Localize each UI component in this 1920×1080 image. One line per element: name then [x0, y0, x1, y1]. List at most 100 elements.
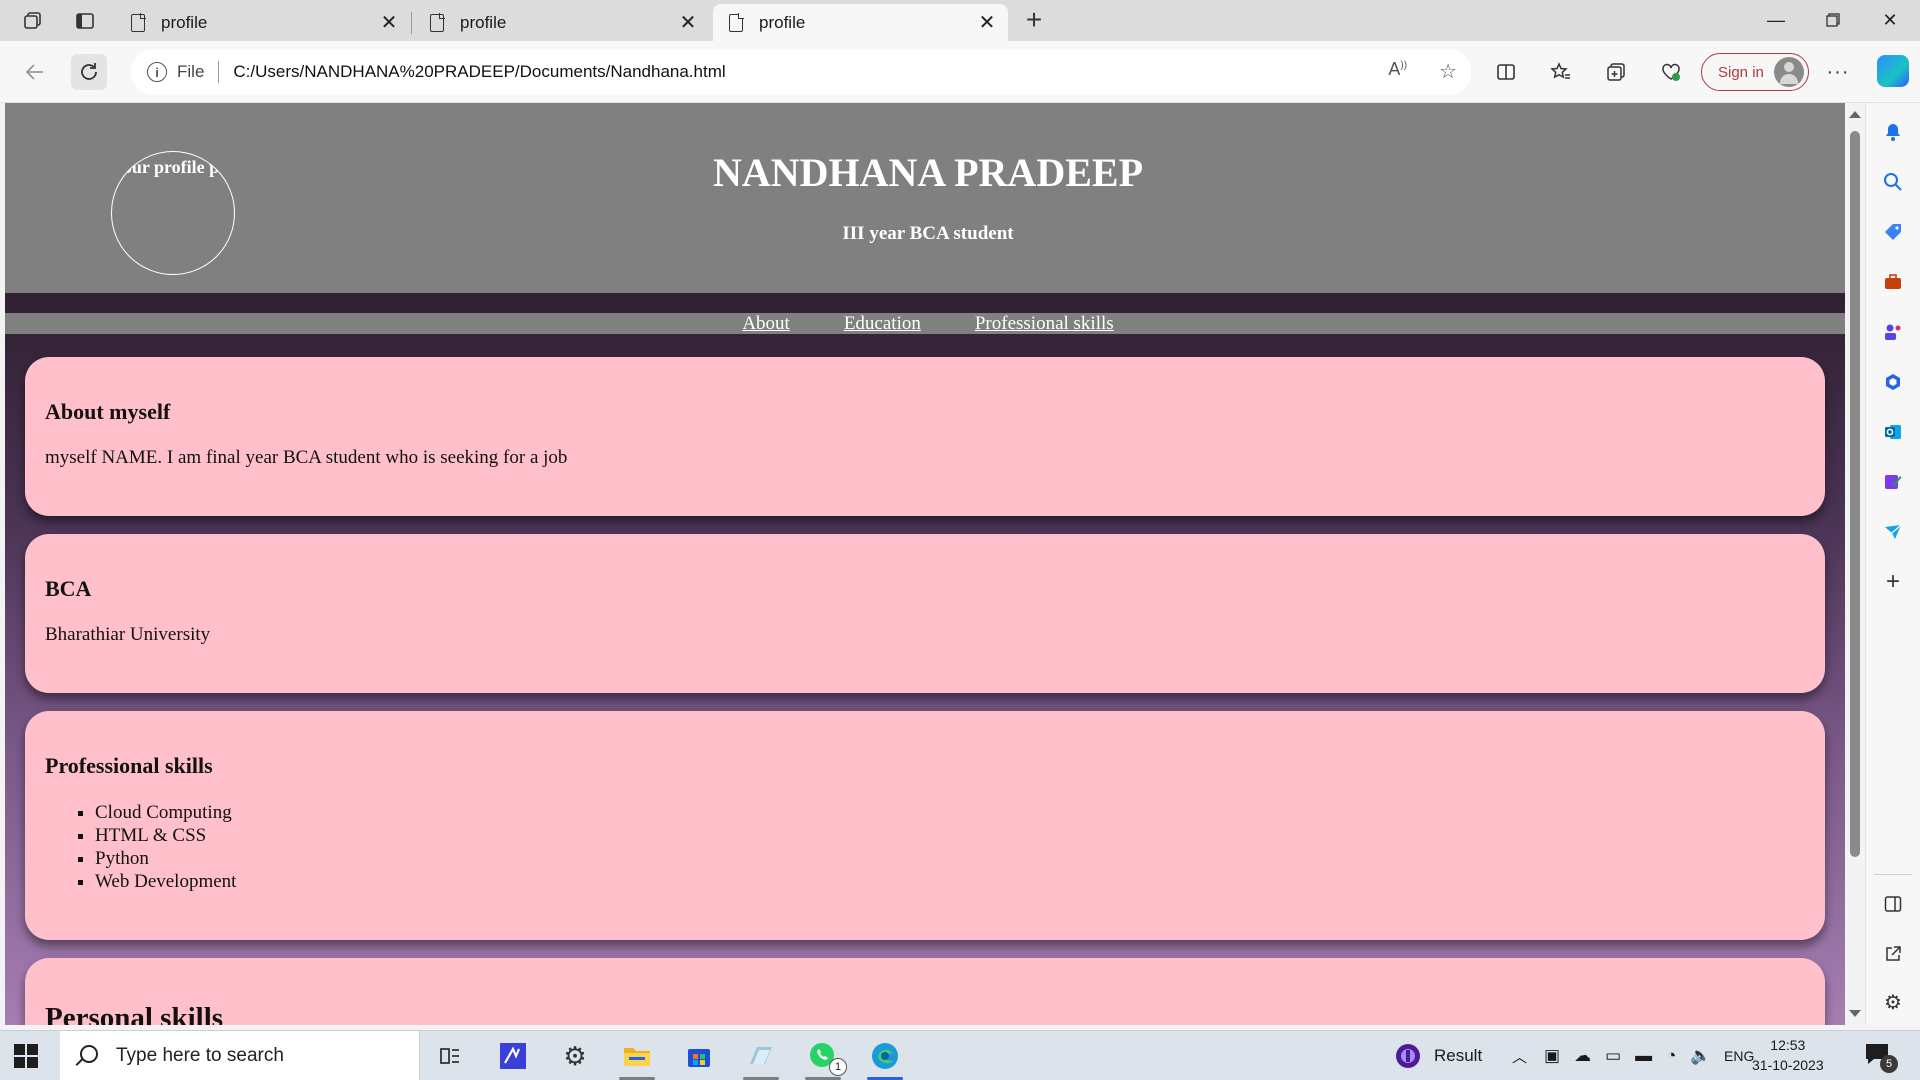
clock-date: 31-10-2023: [1752, 1057, 1824, 1073]
battery-icon[interactable]: ▬: [1635, 1046, 1652, 1066]
read-aloud-icon[interactable]: A)): [1388, 59, 1407, 84]
file-scheme-label: File: [177, 62, 205, 81]
skills-heading: Professional skills: [45, 753, 213, 778]
settings-app-icon[interactable]: ⚙: [555, 1038, 595, 1074]
open-external-icon[interactable]: [1880, 941, 1906, 967]
task-view-icon[interactable]: [430, 1038, 470, 1074]
close-tab-icon[interactable]: ✕: [677, 10, 699, 35]
personal-skills-heading: Personal skills: [45, 1002, 224, 1025]
close-window-button[interactable]: ✕: [1863, 4, 1917, 36]
star-icon[interactable]: ☆: [1439, 59, 1457, 84]
microsoft365-icon[interactable]: [1880, 369, 1906, 395]
clock[interactable]: 12:53 31-10-2023: [1752, 1035, 1824, 1075]
display-icon[interactable]: ▭: [1605, 1046, 1621, 1066]
restore-button[interactable]: [1806, 4, 1860, 36]
back-button[interactable]: [17, 54, 53, 90]
tag-icon[interactable]: [1880, 219, 1906, 245]
about-text: myself NAME. I am final year BCA student…: [45, 447, 568, 468]
avatar: [1774, 57, 1804, 87]
workspaces-icon[interactable]: [20, 8, 46, 34]
page-icon: [430, 12, 445, 32]
whatsapp-icon[interactable]: 1: [803, 1038, 847, 1080]
drop-icon[interactable]: [1880, 519, 1906, 545]
about-section: About myself myself NAME. I am final yea…: [25, 357, 1825, 516]
tab-actions-icon[interactable]: [72, 8, 98, 34]
education-section: BCA Bharathiar University: [25, 534, 1825, 693]
bell-icon[interactable]: [1880, 119, 1906, 145]
nav-link-about[interactable]: About: [742, 313, 790, 334]
sidebar-panel-icon[interactable]: [1880, 891, 1906, 917]
tray-overflow-icon[interactable]: ︿: [1512, 1031, 1527, 1080]
tab-profile-2[interactable]: profile ✕: [414, 4, 709, 41]
copilot-icon[interactable]: [1877, 55, 1909, 87]
tab-strip: profile ✕ profile ✕ profile ✕ + — ✕: [0, 0, 1920, 41]
more-icon[interactable]: ···: [1820, 54, 1856, 90]
sign-in-button[interactable]: Sign in: [1701, 53, 1809, 91]
page-icon: [729, 12, 744, 32]
heart-pulse-icon[interactable]: [1653, 54, 1689, 90]
about-heading: About myself: [45, 399, 171, 424]
windows-taskbar: Type here to search ⚙ 1 Result ︿ ▣ ☁ ▭ ▬…: [0, 1030, 1920, 1080]
notepad-app-icon[interactable]: [741, 1038, 781, 1080]
whatsapp-badge: 1: [829, 1058, 847, 1076]
tab-title: profile: [161, 12, 208, 32]
list-item: Web Development: [95, 870, 1805, 893]
search-icon[interactable]: [1880, 169, 1906, 195]
page-scrollbar[interactable]: [1845, 103, 1865, 1025]
toolbox-icon[interactable]: [1880, 269, 1906, 295]
education-text: Bharathiar University: [45, 624, 211, 645]
favorites-icon[interactable]: [1543, 54, 1579, 90]
page-subtitle: III year BCA student: [842, 223, 1014, 244]
list-item: Cloud Computing: [95, 801, 1805, 824]
taskbar-search[interactable]: Type here to search: [60, 1031, 420, 1080]
collections-icon[interactable]: [1598, 54, 1634, 90]
minimize-button[interactable]: —: [1749, 4, 1803, 36]
url-text[interactable]: C:/Users/NANDHANA%20PRADEEP/Documents/Na…: [233, 62, 725, 82]
split-screen-icon[interactable]: [1488, 54, 1524, 90]
gear-icon[interactable]: ⚙: [1880, 989, 1906, 1015]
editor-app-icon[interactable]: [493, 1038, 533, 1074]
info-icon[interactable]: i: [147, 62, 167, 82]
personal-skills-section: Personal skills: [25, 958, 1825, 1025]
wifi-icon[interactable]: ◔: [1666, 1046, 1676, 1066]
start-button[interactable]: [14, 1044, 38, 1068]
add-icon[interactable]: +: [1880, 568, 1906, 595]
designer-icon[interactable]: [1880, 469, 1906, 495]
browser-toolbar: i File C:/Users/NANDHANA%20PRADEEP/Docum…: [0, 41, 1920, 103]
nav-link-education[interactable]: Education: [844, 313, 921, 334]
tab-profile-1[interactable]: profile ✕: [115, 4, 412, 41]
close-tab-icon[interactable]: ✕: [976, 10, 998, 35]
education-heading: BCA: [45, 576, 92, 601]
scroll-down-icon[interactable]: [1849, 1010, 1861, 1017]
address-bar[interactable]: i File C:/Users/NANDHANA%20PRADEEP/Docum…: [131, 49, 1471, 95]
scrollbar-thumb[interactable]: [1850, 131, 1860, 857]
volume-icon[interactable]: 🔈: [1690, 1046, 1711, 1066]
tab-title: profile: [460, 12, 507, 32]
close-tab-icon[interactable]: ✕: [378, 10, 400, 35]
scroll-up-icon[interactable]: [1849, 111, 1861, 118]
page-title: NANDHANA PRADEEP: [713, 150, 1143, 195]
new-tab-button[interactable]: +: [1019, 4, 1049, 35]
weather-widget[interactable]: Result: [1394, 1031, 1482, 1080]
clock-time: 12:53: [1770, 1037, 1806, 1053]
games-icon[interactable]: [1880, 319, 1906, 345]
tab-profile-3[interactable]: profile ✕: [713, 4, 1008, 41]
language-indicator[interactable]: ENG: [1724, 1031, 1754, 1080]
nav-link-professional-skills[interactable]: Professional skills: [975, 313, 1114, 334]
skills-list: Cloud Computing HTML & CSS Python Web De…: [45, 801, 1805, 893]
edge-sidebar: + ⚙: [1865, 103, 1920, 1025]
result-icon: [1396, 1044, 1420, 1068]
system-tray: ▣ ☁ ▭ ▬ ◔ 🔈: [1544, 1031, 1712, 1080]
store-app-icon[interactable]: [679, 1038, 719, 1074]
profile-header: your profile pic NANDHANA PRADEEP III ye…: [5, 103, 1845, 293]
list-item: Python: [95, 847, 1805, 870]
file-explorer-icon[interactable]: [617, 1038, 657, 1080]
onedrive-icon[interactable]: ☁: [1574, 1046, 1591, 1066]
meet-icon[interactable]: ▣: [1544, 1046, 1560, 1066]
refresh-button[interactable]: [71, 54, 107, 90]
notification-badge: 5: [1880, 1055, 1898, 1073]
search-placeholder: Type here to search: [116, 1045, 284, 1066]
search-icon: [80, 1045, 98, 1063]
edge-app-icon[interactable]: [865, 1038, 905, 1080]
outlook-icon[interactable]: [1880, 419, 1906, 445]
